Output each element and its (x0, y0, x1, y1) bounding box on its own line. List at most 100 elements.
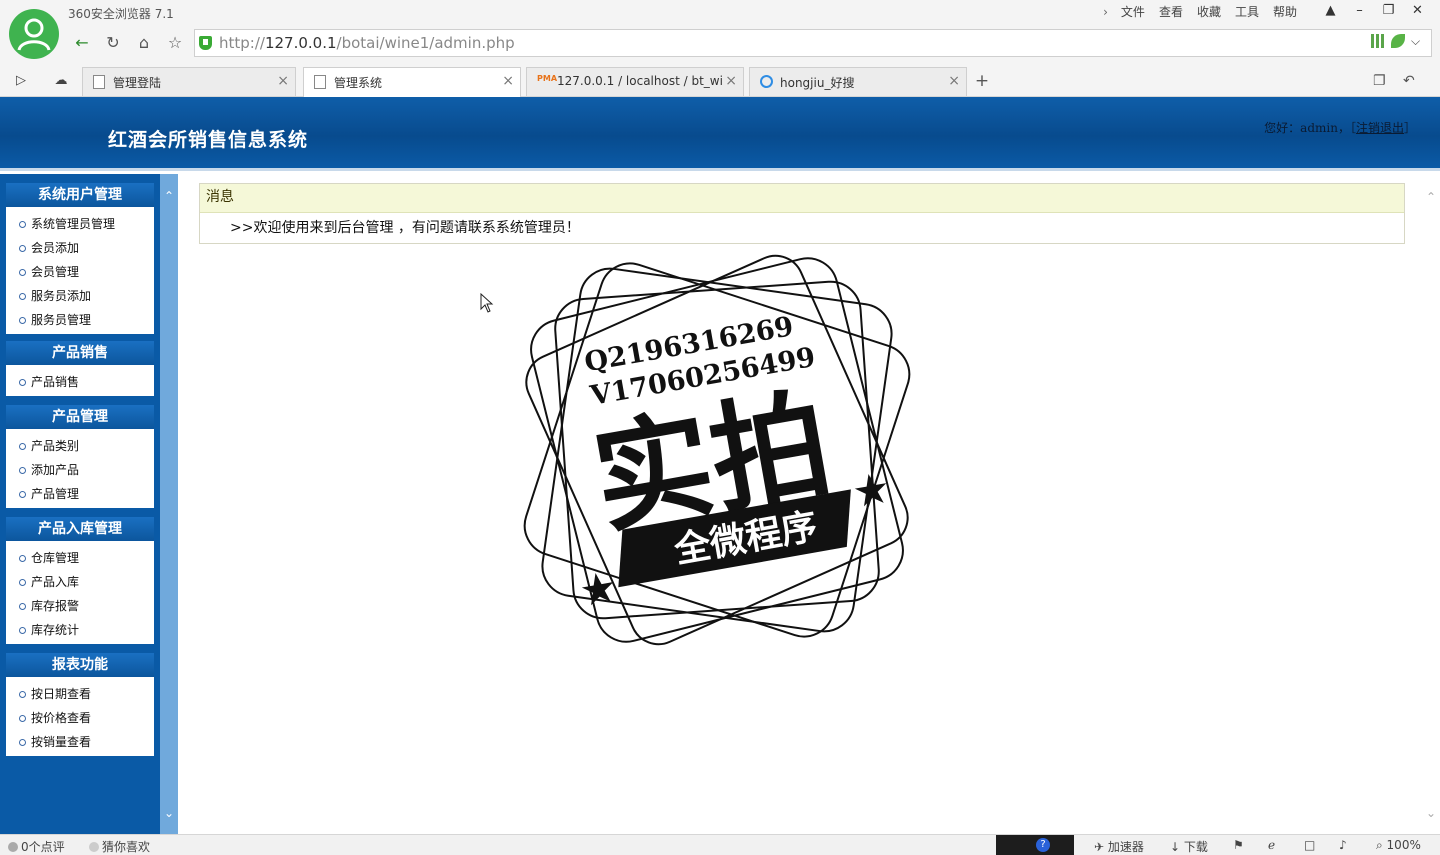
browser-chrome: 360安全浏览器 7.1 › 文件 查看 收藏 工具 帮助 ▲ – ❐ ✕ ← … (0, 0, 1440, 97)
qr-code-icon[interactable] (1371, 34, 1385, 48)
group-title[interactable]: 报表功能 (6, 653, 154, 677)
tab-bar: ▷ ☁ 管理登陆 × 管理系统 × PMA 127.0.0.1 / localh… (0, 67, 1440, 97)
sidebar: 系统用户管理 系统管理员管理 会员添加 会员管理 服务员添加 服务员管理 产品销… (0, 174, 160, 834)
main-content: 消息 >>欢迎使用来到后台管理 ，有问题请联系系统管理员！ ⌃ ⌄ Q21963… (178, 174, 1440, 834)
new-tab-button[interactable]: + (972, 71, 992, 91)
zoom-control[interactable]: ⌕ 100% (1376, 838, 1421, 853)
scroll-down-icon[interactable]: ⌄ (1426, 806, 1436, 820)
group-title[interactable]: 系统用户管理 (6, 183, 154, 207)
security-shield-icon (199, 36, 212, 50)
menu-group-product-manage: 产品管理 产品类别 添加产品 产品管理 (6, 405, 154, 508)
tab-phpmyadmin[interactable]: PMA 127.0.0.1 / localhost / bt_win × (526, 67, 744, 96)
scroll-up-icon[interactable]: ⌃ (1426, 190, 1436, 204)
page-icon (93, 75, 105, 89)
guess-you-like[interactable]: 猜你喜欢 (89, 838, 150, 855)
mouse-cursor-icon (480, 293, 494, 313)
sidebar-item-waiter-manage[interactable]: 服务员管理 (6, 308, 154, 332)
back-icon[interactable]: ← (70, 31, 94, 55)
sidebar-item-product-add[interactable]: 添加产品 (6, 458, 154, 482)
menu-expand-icon[interactable]: › (1097, 3, 1114, 21)
collapse-up-icon[interactable]: ⌃ (163, 190, 175, 202)
menu-group-product-sales: 产品销售 产品销售 (6, 341, 154, 396)
maximize-icon[interactable]: ❐ (1374, 0, 1403, 22)
user-avatar-icon[interactable] (9, 9, 59, 59)
logout-link[interactable]: 注销退出 (1356, 121, 1404, 135)
menu-group-system-users: 系统用户管理 系统管理员管理 会员添加 会员管理 服务员添加 服务员管理 (6, 183, 154, 334)
volume-icon[interactable]: ♪ (1339, 838, 1347, 852)
collapse-down-icon[interactable]: ⌄ (163, 807, 175, 819)
tab-list-icon[interactable]: ❐ (1373, 73, 1386, 89)
message-title: 消息 (200, 184, 1404, 213)
favorite-star-icon[interactable]: ☆ (163, 31, 187, 55)
message-text: >>欢迎使用来到后台管理 ，有问题请联系系统管理员！ (230, 220, 580, 236)
close-icon[interactable]: ✕ (1403, 0, 1432, 22)
undo-close-icon[interactable]: ↶ (1403, 73, 1415, 89)
sidebar-item-warehouse-manage[interactable]: 仓库管理 (6, 546, 154, 570)
home-icon[interactable]: ⌂ (132, 31, 156, 55)
site-header: 红酒会所销售信息系统 您好：admin，［注销退出］ (0, 97, 1440, 171)
help-icon[interactable]: ? (1036, 838, 1050, 852)
sidebar-item-report-by-price[interactable]: 按价格查看 (6, 706, 154, 730)
sidebar-item-member-manage[interactable]: 会员管理 (6, 260, 154, 284)
sidebar-splitter[interactable]: ⌃ ⌄ (160, 174, 178, 834)
menu-group-reports: 报表功能 按日期查看 按价格查看 按销量查看 (6, 653, 154, 756)
sidebar-item-product-category[interactable]: 产品类别 (6, 434, 154, 458)
sidebar-item-stock-alarm[interactable]: 库存报警 (6, 594, 154, 618)
user-greeting: 您好：admin，［注销退出］ (1264, 121, 1416, 135)
tab-close-icon[interactable]: × (948, 73, 960, 89)
download-button[interactable]: ↓ 下载 (1170, 838, 1208, 855)
window-controls: ▲ – ❐ ✕ (1316, 0, 1432, 22)
accelerator-button[interactable]: ✈ 加速器 (1094, 838, 1144, 855)
refresh-icon[interactable]: ↻ (101, 31, 125, 55)
group-title[interactable]: 产品销售 (6, 341, 154, 365)
group-title[interactable]: 产品管理 (6, 405, 154, 429)
group-title[interactable]: 产品入库管理 (6, 517, 154, 541)
cloud-icon[interactable]: ☁ (51, 73, 71, 91)
flag-icon[interactable]: ⚑ (1233, 838, 1244, 852)
leaf-icon[interactable] (1391, 34, 1405, 48)
sidebar-item-report-by-sales[interactable]: 按销量查看 (6, 730, 154, 754)
menu-file[interactable]: 文件 (1114, 3, 1152, 21)
comment-icon (8, 842, 18, 852)
window-icon[interactable]: □ (1304, 838, 1315, 852)
sidebar-item-report-by-date[interactable]: 按日期查看 (6, 682, 154, 706)
sidebar-toggle-icon[interactable]: ▷ (11, 73, 31, 91)
sidebar-item-member-add[interactable]: 会员添加 (6, 236, 154, 260)
status-bar: 0个点评 猜你喜欢 ? ✈ 加速器 ↓ 下载 ⚑ ℯ □ ♪ ⌕ 100% (0, 834, 1440, 855)
menu-help[interactable]: 帮助 (1266, 3, 1304, 21)
ime-toolbar[interactable]: ? (996, 835, 1074, 855)
comments-status[interactable]: 0个点评 (8, 838, 65, 855)
menu-tools[interactable]: 工具 (1228, 3, 1266, 21)
message-box: 消息 >>欢迎使用来到后台管理 ，有问题请联系系统管理员！ (199, 183, 1405, 244)
sidebar-item-stock-stats[interactable]: 库存统计 (6, 618, 154, 642)
tab-admin-login[interactable]: 管理登陆 × (82, 67, 296, 96)
sidebar-item-admin-manage[interactable]: 系统管理员管理 (6, 212, 154, 236)
chevron-down-icon[interactable]: ⌵ (1411, 34, 1425, 48)
address-bar[interactable]: http://127.0.0.1/botai/wine1/admin.php ⌵ (194, 29, 1432, 57)
tab-close-icon[interactable]: × (502, 73, 514, 89)
menu-group-stock-in: 产品入库管理 仓库管理 产品入库 库存报警 库存统计 (6, 517, 154, 644)
minimize-icon[interactable]: – (1345, 0, 1374, 22)
tab-close-icon[interactable]: × (725, 73, 737, 89)
app-title: 360安全浏览器 7.1 (68, 7, 174, 21)
site-title: 红酒会所销售信息系统 (108, 129, 309, 151)
sidebar-item-product-stock-in[interactable]: 产品入库 (6, 570, 154, 594)
watermark-stamp: Q2196316269 V17060256499 实拍 全微程序 (523, 254, 911, 646)
skin-icon[interactable]: ▲ (1316, 0, 1345, 22)
menu-favorites[interactable]: 收藏 (1190, 3, 1228, 21)
phpmyadmin-icon: PMA (537, 74, 558, 83)
navigation-bar: ← ↻ ⌂ ☆ http://127.0.0.1/botai/wine1/adm… (66, 29, 1432, 57)
address-text[interactable]: http://127.0.0.1/botai/wine1/admin.php (219, 34, 515, 52)
heart-icon (89, 842, 99, 852)
tab-haosou-search[interactable]: hongjiu_好搜 × (749, 67, 967, 96)
tab-close-icon[interactable]: × (277, 73, 289, 89)
sidebar-item-waiter-add[interactable]: 服务员添加 (6, 284, 154, 308)
ie-icon[interactable]: ℯ (1268, 838, 1275, 852)
search-icon (760, 75, 773, 88)
sidebar-item-product-manage[interactable]: 产品管理 (6, 482, 154, 506)
sidebar-item-product-sales[interactable]: 产品销售 (6, 370, 154, 394)
menu-view[interactable]: 查看 (1152, 3, 1190, 21)
browser-menu: › 文件 查看 收藏 工具 帮助 (1097, 3, 1304, 21)
tab-admin-system[interactable]: 管理系统 × (303, 67, 521, 97)
page-icon (314, 75, 326, 89)
